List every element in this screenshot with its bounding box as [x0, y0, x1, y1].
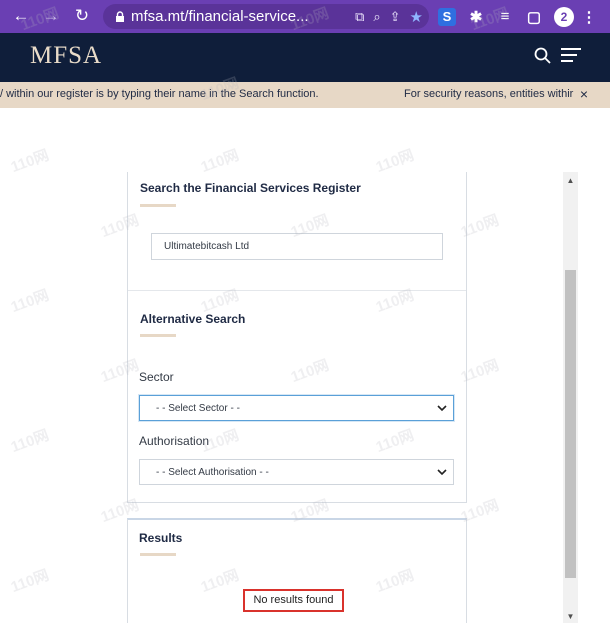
- bookmark-star-icon[interactable]: ★: [410, 8, 423, 26]
- results-title-underline: [140, 553, 176, 556]
- hamburger-menu-icon[interactable]: [561, 48, 581, 64]
- puzzle-extensions-icon[interactable]: ✱: [467, 8, 485, 26]
- banner-close-icon[interactable]: ×: [575, 86, 593, 104]
- chevron-down-icon: [437, 405, 447, 412]
- alternative-title-underline: [140, 334, 176, 337]
- address-bar[interactable]: mfsa.mt/financial-service... ⧉ ⌕ ⇪ ★: [103, 4, 429, 29]
- extension-s-icon[interactable]: S: [438, 7, 456, 26]
- notice-banner: / within our register is by typing their…: [0, 82, 610, 108]
- search-icon[interactable]: [533, 46, 553, 66]
- profile-avatar[interactable]: 2: [554, 6, 574, 27]
- browser-toolbar: ← → ↻ mfsa.mt/financial-service... ⧉ ⌕ ⇪…: [0, 0, 610, 33]
- site-logo[interactable]: MFSA: [30, 42, 102, 70]
- watermark: 110网: [8, 146, 52, 177]
- sector-select-value: - - Select Sector - -: [156, 403, 240, 414]
- sector-select[interactable]: - - Select Sector - -: [139, 395, 454, 421]
- watermark: 110网: [8, 426, 52, 457]
- forward-arrow-icon[interactable]: →: [39, 4, 63, 28]
- sector-label: Sector: [139, 370, 174, 384]
- register-search-input[interactable]: Ultimatebitcash Ltd: [151, 233, 443, 260]
- kebab-menu-icon[interactable]: ⋮: [582, 8, 597, 26]
- banner-text-right: For security reasons, entities withir: [404, 88, 574, 100]
- url-text: mfsa.mt/financial-service...: [131, 8, 309, 25]
- scrollbar-thumb[interactable]: [565, 270, 576, 578]
- translate-icon[interactable]: ⧉: [355, 9, 364, 25]
- section-divider: [128, 290, 466, 291]
- watermark: 110网: [8, 286, 52, 317]
- zoom-icon[interactable]: ⌕: [373, 9, 380, 25]
- no-results-message: No results found: [243, 589, 344, 612]
- results-title: Results: [139, 531, 183, 545]
- register-title-underline: [140, 204, 176, 207]
- extension-icons: S ✱ ≡ ▢ 2 ⋮: [438, 0, 597, 33]
- authorisation-label: Authorisation: [139, 434, 210, 448]
- reload-icon[interactable]: ↻: [70, 4, 94, 28]
- search-card: [127, 172, 467, 503]
- authorisation-select-value: - - Select Authorisation - -: [156, 467, 269, 478]
- scroll-up-arrow-icon[interactable]: ▲: [563, 176, 578, 188]
- address-bar-actions: ⧉ ⌕ ⇪ ★: [355, 4, 423, 29]
- alternative-search-title: Alternative Search: [140, 312, 246, 326]
- site-header: MFSA: [0, 33, 610, 82]
- authorisation-select[interactable]: - - Select Authorisation - -: [139, 459, 454, 485]
- page-root: ← → ↻ mfsa.mt/financial-service... ⧉ ⌕ ⇪…: [0, 0, 610, 623]
- side-panel-icon[interactable]: ▢: [525, 8, 543, 26]
- back-arrow-icon[interactable]: ←: [9, 4, 33, 28]
- chevron-down-icon: [437, 469, 447, 476]
- banner-text-left: / within our register is by typing their…: [0, 88, 319, 100]
- reading-list-icon[interactable]: ≡: [496, 8, 514, 26]
- watermark: 110网: [8, 566, 52, 597]
- lock-icon: [116, 11, 124, 22]
- share-icon[interactable]: ⇪: [390, 9, 401, 25]
- scroll-down-arrow-icon[interactable]: ▼: [563, 612, 578, 622]
- register-search-title: Search the Financial Services Register: [140, 181, 361, 195]
